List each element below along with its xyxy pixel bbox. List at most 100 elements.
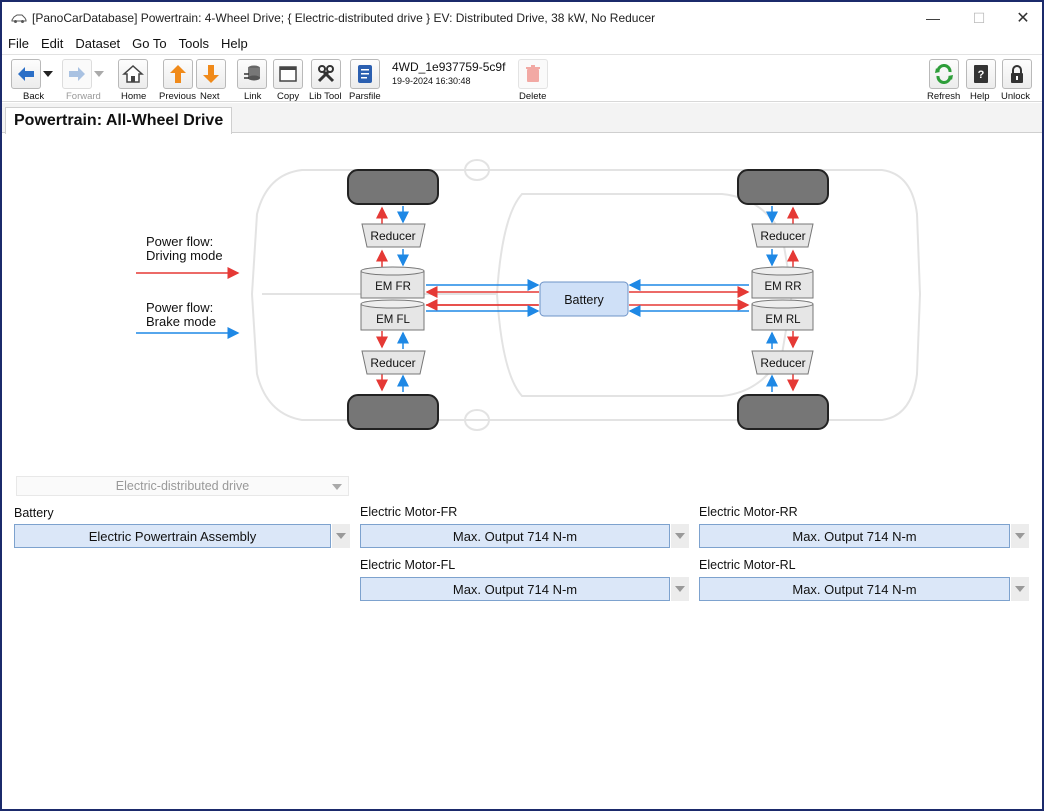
em-fr-select-value: Max. Output 714 N-m [452,528,578,544]
app-window: [PanoCarDatabase] Powertrain: 4-Wheel Dr… [0,0,1044,811]
tab-strip: Powertrain: All-Wheel Drive [2,103,1042,134]
reducer-front-top: Reducer [361,223,426,248]
em-rl: EM RL [751,299,814,331]
svg-text:EM FL: EM FL [376,314,410,326]
em-rl-select-value: Max. Output 714 N-m [792,581,917,597]
back-label: Back [23,91,45,102]
em-fl: EM FL [360,299,425,331]
arrow-right-icon [69,67,85,81]
forward-dropdown[interactable] [92,59,106,89]
wheel-rear-top [737,169,829,205]
unlock-label: Unlock [1001,91,1031,102]
record-date: 19-9-2024 16:30:48 [392,76,471,86]
battery-select[interactable]: Electric Powertrain Assembly [14,524,331,548]
help-button[interactable]: ? [966,59,996,89]
svg-text:Reducer: Reducer [370,356,415,370]
em-fl-select[interactable]: Max. Output 714 N-m [360,577,670,601]
tab-powertrain[interactable]: Powertrain: All-Wheel Drive [5,107,233,134]
menu-help[interactable]: Help [215,35,254,53]
delete-label: Delete [519,91,547,102]
maximize-button[interactable]: ☐ [956,2,1002,34]
wheel-front-left-top [347,169,439,205]
reducer-rear-top: Reducer [751,223,814,248]
legend-brake-line1: Power flow: [146,300,213,315]
em-rl-select[interactable]: Max. Output 714 N-m [699,577,1010,601]
svg-text:Reducer: Reducer [760,229,805,243]
em-rl-label: Electric Motor-RL [699,558,796,572]
trash-icon [526,65,540,82]
powertrain-svg: Reducer Reducer Reducer Reducer EM FR EM… [136,159,922,431]
previous-button[interactable] [163,59,193,89]
close-icon: ✕ [1016,10,1030,27]
menu-goto[interactable]: Go To [126,35,172,53]
legend-driving-line1: Power flow: [146,234,213,249]
help-label: Help [970,91,990,102]
arrow-up-icon [170,65,186,83]
minimize-button[interactable]: — [910,2,956,34]
home-label: Home [121,91,147,102]
next-button[interactable] [196,59,226,89]
copy-label: Copy [277,91,300,102]
legend-brake-line2: Brake mode [146,314,216,329]
chevron-down-icon [332,484,342,490]
car-app-icon [11,14,27,23]
svg-text:Battery: Battery [564,293,604,307]
lib-tool-label: Lib Tool [309,91,342,102]
delete-button[interactable] [518,59,548,89]
menu-edit[interactable]: Edit [35,35,69,53]
menu-bar: File Edit Dataset Go To Tools Help [2,35,1042,53]
lock-icon [1011,65,1023,83]
arrow-left-icon [18,67,34,81]
drive-mode-value: Electric-distributed drive [115,479,250,493]
parsfile-icon [358,65,372,83]
back-button[interactable] [11,59,41,89]
refresh-button[interactable] [929,59,959,89]
refresh-icon [935,64,953,84]
wheel-front-bottom [347,394,439,430]
close-button[interactable]: ✕ [1000,2,1044,34]
em-fl-dropdown-arrow[interactable] [671,577,689,601]
home-button[interactable] [118,59,148,89]
reducer-rear-bottom: Reducer [751,350,814,375]
em-fr-select[interactable]: Max. Output 714 N-m [360,524,670,548]
copy-button[interactable] [273,59,303,89]
battery-dropdown-arrow[interactable] [332,524,350,548]
home-icon [122,64,144,83]
unlock-button[interactable] [1002,59,1032,89]
menu-tools[interactable]: Tools [173,35,215,53]
caret-down-icon [94,71,104,77]
em-fr-dropdown-arrow[interactable] [671,524,689,548]
forward-button[interactable] [62,59,92,89]
svg-text:Reducer: Reducer [370,229,415,243]
drive-mode-select[interactable]: Electric-distributed drive [16,476,349,496]
legend-driving-line2: Driving mode [146,248,223,263]
em-fr: EM FR [360,266,425,299]
lib-tool-button[interactable] [311,59,341,89]
em-rr-dropdown-arrow[interactable] [1011,524,1029,548]
link-button[interactable] [237,59,267,89]
em-rr-select[interactable]: Max. Output 714 N-m [699,524,1010,548]
toolbar: Back Forward Home Previous Next Link Cop… [2,54,1042,102]
em-rr-label: Electric Motor-RR [699,505,798,519]
svg-text:EM RR: EM RR [764,281,801,293]
previous-label: Previous [159,91,196,102]
legend: Power flow: Driving mode Power flow: Bra… [136,234,240,339]
em-rr: EM RR [751,266,814,299]
menu-file[interactable]: File [2,35,35,53]
battery-block: Battery [539,281,629,317]
parsfile-label: Parsfile [349,91,381,102]
copy-icon [279,66,297,82]
minimize-icon: — [926,10,940,26]
em-rl-dropdown-arrow[interactable] [1011,577,1029,601]
forward-label: Forward [66,91,101,102]
window-title: [PanoCarDatabase] Powertrain: 4-Wheel Dr… [32,11,656,25]
maximize-icon: ☐ [972,9,986,26]
parsfile-button[interactable] [350,59,380,89]
powertrain-diagram: Reducer Reducer Reducer Reducer EM FR EM… [2,134,1042,464]
menu-dataset[interactable]: Dataset [69,35,126,53]
back-dropdown[interactable] [41,59,55,89]
wheel-rear-bottom [737,394,829,430]
svg-text:Reducer: Reducer [760,356,805,370]
next-label: Next [200,91,220,102]
svg-text:EM RL: EM RL [765,314,801,326]
